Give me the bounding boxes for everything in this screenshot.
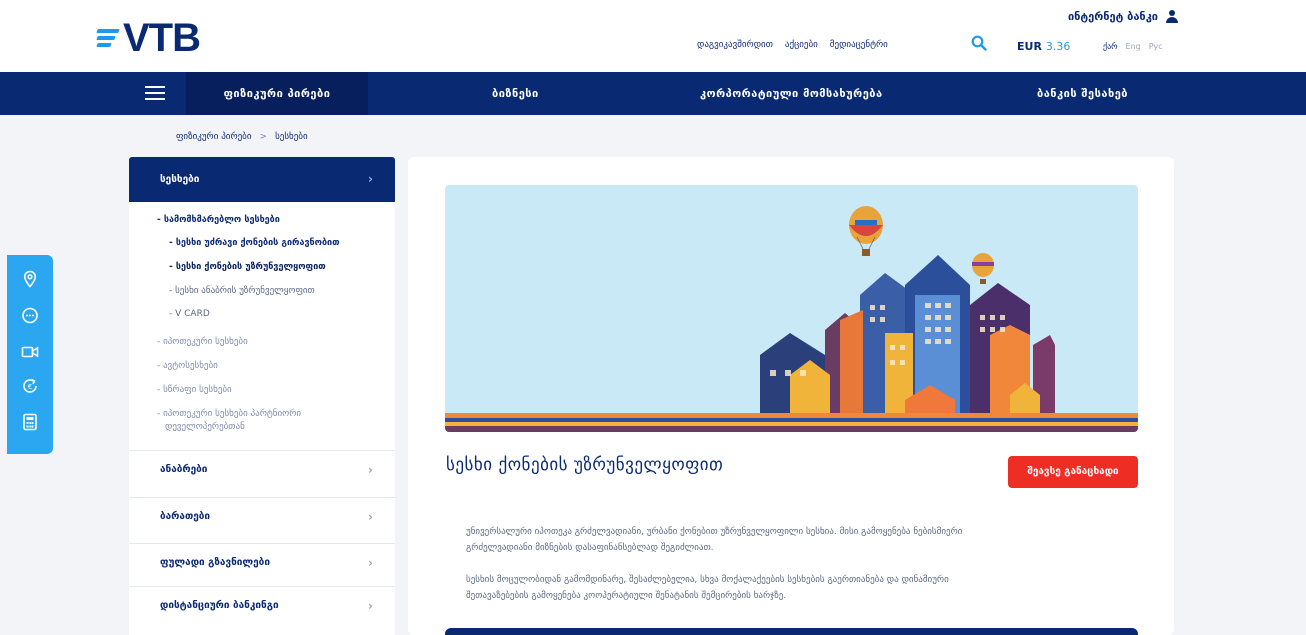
main-nav: ფიზიკური პირები ბიზნესი კორპორატიული მომ… (0, 72, 1306, 115)
nav-item-individuals[interactable]: ფიზიკური პირები (186, 72, 368, 115)
top-link-offers[interactable]: აქციები (785, 40, 818, 50)
chat-icon[interactable] (21, 307, 39, 325)
vtb-logo[interactable]: VTB (96, 16, 201, 60)
currency-value: 3.36 (1045, 40, 1071, 53)
product-description-line: სესხის მოცულობიდან გამომდინარე, შესაძლებ… (466, 575, 949, 585)
submenu-deposit-secured[interactable]: - სესხი ანაბრის უზრუნველყოფით (169, 286, 315, 296)
lang-en[interactable]: Eng (1126, 42, 1141, 51)
submenu-fast-loans[interactable]: - სწრაფი სესხები (157, 385, 232, 395)
breadcrumb: ფიზიკური პირები > სესხები (176, 132, 308, 142)
sidebar-item-deposits[interactable]: ანაბრები › (129, 450, 395, 488)
top-link-contact[interactable]: დაგვიკავშირდით (697, 40, 773, 50)
floating-toolbar: € (7, 255, 53, 454)
submenu-v-card[interactable]: - V CARD (169, 309, 210, 319)
product-title: სესხი ქონების უზრუნველყოფით (446, 455, 724, 475)
sidebar-item-remote-banking[interactable]: დისტანციური ბანკინგი › (129, 586, 395, 624)
lang-ka[interactable]: ქარ (1103, 42, 1118, 51)
product-description-line: გრძელვადიანი მიზნების დასაფინანსებლად შე… (466, 543, 714, 553)
sidebar-item-label: ფულადი გზავნილები (160, 557, 270, 568)
chevron-right-icon: › (368, 172, 373, 186)
city-illustration (445, 206, 1138, 432)
top-bar: VTB ინტერნეტ ბანკი დაგვიკავშირდით აქციებ… (0, 0, 1306, 72)
sidebar-item-label: ანაბრები (160, 464, 208, 475)
product-description-line: შეთავაზებების გამოყენება კოოპერატიული შე… (466, 591, 787, 601)
submenu-property-secured[interactable]: - სესხი ქონების უზრუნველყოფით (169, 262, 326, 272)
svg-text:€: € (28, 383, 32, 391)
nav-item-about[interactable]: ბანკის შესახებ (1037, 72, 1128, 115)
chevron-right-icon: › (368, 510, 373, 524)
sidebar-item-cards[interactable]: ბარათები › (129, 497, 395, 535)
submenu-real-estate-collateral[interactable]: - სესხი უძრავი ქონების გირავნობით (169, 238, 340, 248)
sidebar-item-money-transfers[interactable]: ფულადი გზავნილები › (129, 543, 395, 581)
nav-item-business[interactable]: ბიზნესი (492, 72, 539, 115)
submenu-partner-mortgage-line2[interactable]: დეველოპერებთან (165, 422, 245, 432)
logo-mark-icon (96, 27, 121, 49)
product-banner-image (445, 185, 1138, 432)
currency-code: EUR (1017, 40, 1042, 53)
search-icon[interactable] (971, 35, 987, 51)
location-icon[interactable] (21, 270, 39, 288)
chevron-right-icon: › (368, 463, 373, 477)
sidebar-item-label: დისტანციური ბანკინგი (160, 600, 279, 611)
breadcrumb-individuals[interactable]: ფიზიკური პირები (176, 132, 252, 142)
top-link-media[interactable]: მედიაცენტრი (830, 40, 888, 50)
top-links: დაგვიკავშირდით აქციები მედიაცენტრი (697, 40, 888, 50)
nav-item-corporate[interactable]: კორპორატიული მომსახურება (700, 72, 883, 115)
lang-ru[interactable]: Рус (1149, 42, 1163, 51)
breadcrumb-loans[interactable]: სესხები (275, 132, 308, 142)
submenu-auto-loans[interactable]: - ავტოსესხები (157, 361, 218, 371)
chevron-right-icon: › (368, 556, 373, 570)
currency-rate: EUR 3.36 (1017, 40, 1070, 53)
breadcrumb-separator: > (259, 132, 268, 142)
sidebar: სესხები › - სამომხმარებლო სესხები - სესხ… (129, 157, 395, 635)
submenu-mortgage[interactable]: - იპოთეკური სესხები (157, 337, 248, 347)
sidebar-item-label: სესხები (160, 174, 200, 185)
submenu-partner-mortgage[interactable]: - იპოთეკური სესხები პარტნიორი (157, 409, 301, 419)
submenu-consumer-loans[interactable]: - სამომხმარებლო სესხები (157, 215, 280, 225)
brand-name: VTB (123, 16, 201, 60)
next-section-card (445, 628, 1138, 635)
apply-button[interactable]: შეავსე განაცხადი (1008, 456, 1138, 488)
chevron-right-icon: › (368, 599, 373, 613)
login-label: ინტერნეტ ბანკი (1067, 10, 1158, 23)
product-description-line: უნივერსალური იპოთეკა გრძელვადიანი, ურბან… (466, 527, 963, 537)
language-switcher: ქარ Eng Рус (1103, 42, 1163, 51)
calculator-icon[interactable] (21, 413, 39, 431)
menu-icon[interactable] (145, 84, 165, 102)
internet-bank-login[interactable]: ინტერნეტ ბანკი (1068, 10, 1178, 23)
sidebar-item-loans[interactable]: სესხები › (129, 157, 395, 202)
hot-air-balloon-icon (849, 206, 883, 256)
user-icon (1166, 10, 1178, 23)
video-icon[interactable] (21, 343, 39, 361)
sidebar-item-label: ბარათები (160, 511, 211, 522)
hot-air-balloon-small-icon (972, 253, 994, 284)
exchange-icon[interactable]: € (21, 377, 39, 395)
